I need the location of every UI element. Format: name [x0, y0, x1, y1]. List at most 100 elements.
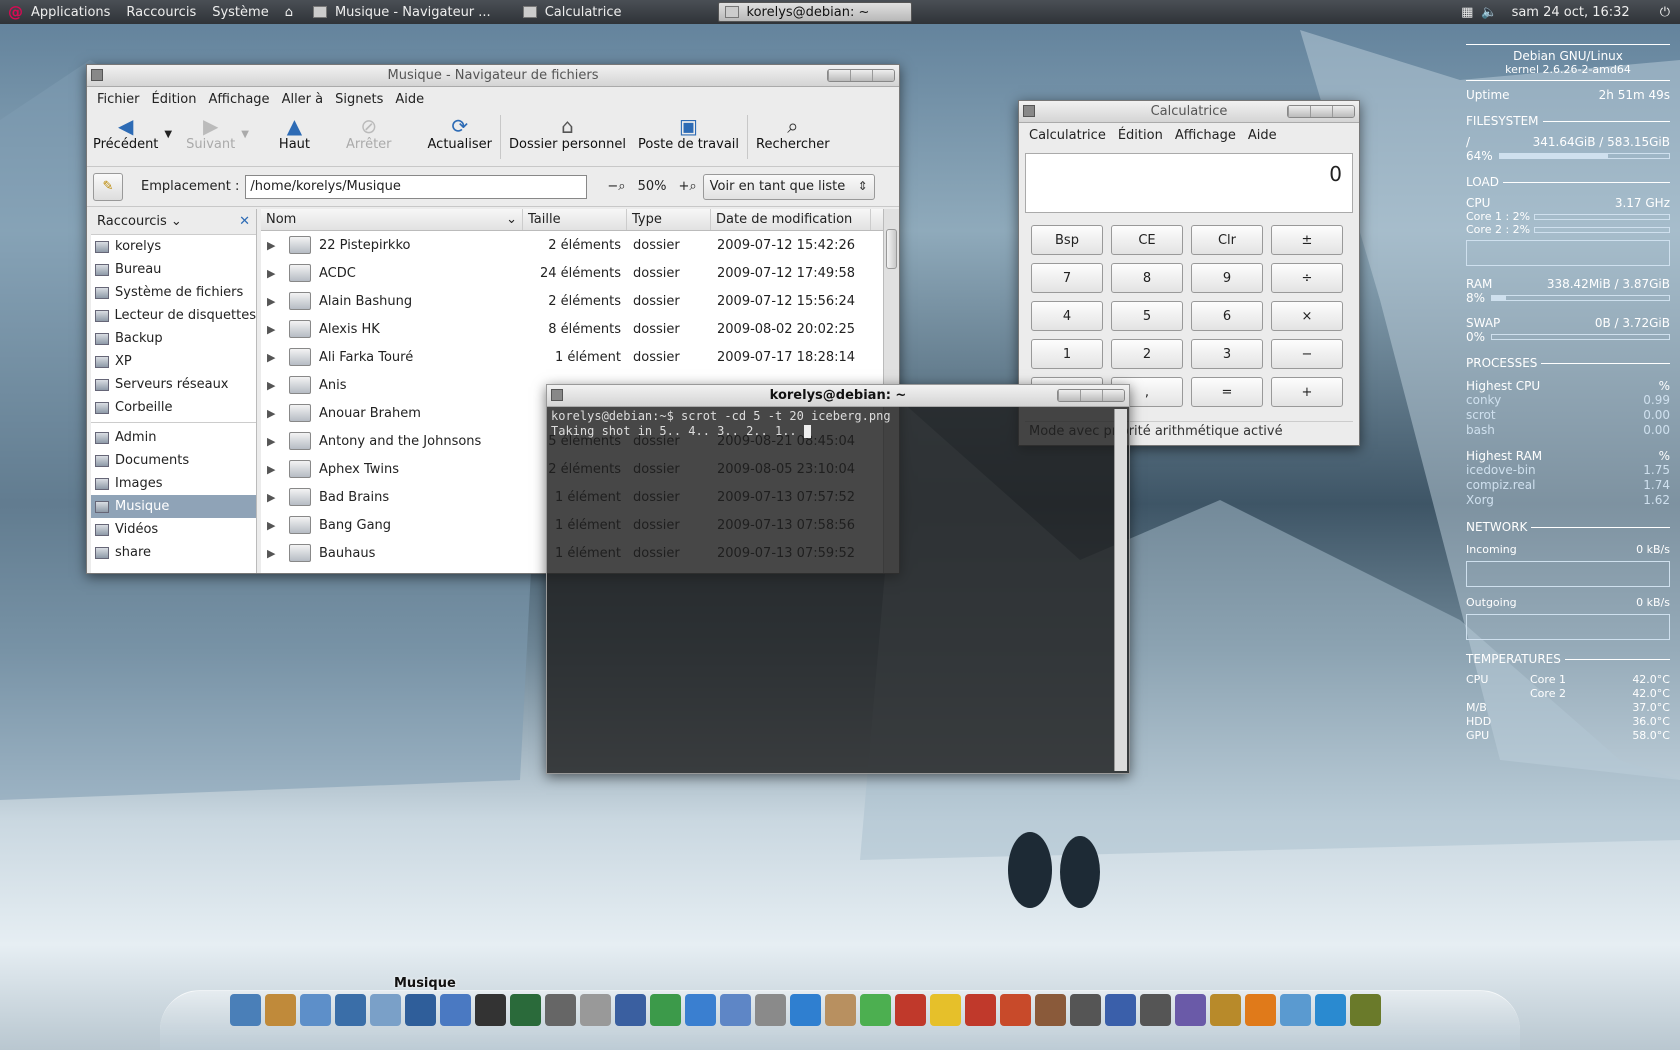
key-19[interactable]: + — [1271, 377, 1343, 407]
home-folder-button[interactable]: ⌂ Dossier personnel — [503, 114, 632, 152]
sidebar-item-musique[interactable]: Musique — [91, 495, 256, 518]
location-input[interactable]: /home/korelys/Musique — [245, 174, 588, 199]
ftp-icon[interactable] — [1035, 994, 1066, 1026]
system-monitor-icon[interactable] — [510, 994, 541, 1026]
reload-button[interactable]: ⟳ Actualiser — [422, 114, 498, 152]
window-menu-icon[interactable] — [1023, 105, 1035, 117]
menu-aide[interactable]: Aide — [389, 92, 430, 107]
menu-edition[interactable]: Édition — [146, 92, 203, 107]
column-name[interactable]: Nom ⌄ — [261, 209, 523, 230]
home-icon[interactable]: ⌂ — [277, 0, 301, 24]
sidebar-item-lecteur-de-disquettes[interactable]: Lecteur de disquettes — [91, 304, 256, 327]
pointer-icon[interactable] — [1315, 994, 1346, 1026]
firefox-icon[interactable] — [1245, 994, 1276, 1026]
window-buttons[interactable] — [1287, 105, 1355, 118]
title-bar[interactable]: korelys@debian: ~ — [547, 385, 1129, 407]
package-icon[interactable] — [1280, 994, 1311, 1026]
menu-fichier[interactable]: Fichier — [91, 92, 146, 107]
scrollbar[interactable] — [1114, 409, 1127, 771]
terminal-icon[interactable] — [475, 994, 506, 1026]
up-button[interactable]: ▲ Haut — [273, 114, 316, 152]
home-icon[interactable] — [265, 994, 296, 1026]
zoom-out-icon[interactable]: −⌕ — [607, 179, 625, 194]
paint-icon[interactable] — [1000, 994, 1031, 1026]
sidebar-item-serveurs-r-seaux[interactable]: Serveurs réseaux — [91, 373, 256, 396]
minimize-button[interactable] — [828, 70, 850, 81]
game-icon[interactable] — [1210, 994, 1241, 1026]
key-15[interactable]: − — [1271, 339, 1343, 369]
window-buttons[interactable] — [1057, 389, 1125, 402]
key-11[interactable]: × — [1271, 301, 1343, 331]
key-9[interactable]: 5 — [1111, 301, 1183, 331]
column-date[interactable]: Date de modification — [711, 209, 871, 230]
computer-icon[interactable] — [230, 994, 261, 1026]
key-3[interactable]: ± — [1271, 225, 1343, 255]
clock[interactable]: sam 24 oct, 16:32 — [1512, 5, 1630, 20]
menu-affichage[interactable]: Affichage — [1169, 128, 1242, 143]
sidebar-item-syst-me-de-fichiers[interactable]: Système de fichiers — [91, 281, 256, 304]
music-icon[interactable] — [405, 994, 436, 1026]
title-bar[interactable]: Calculatrice — [1019, 101, 1359, 123]
key-10[interactable]: 6 — [1191, 301, 1263, 331]
menu-edition[interactable]: Édition — [1112, 128, 1169, 143]
trash-icon[interactable] — [1350, 994, 1381, 1026]
key-4[interactable]: 7 — [1031, 263, 1103, 293]
film-icon[interactable] — [1070, 994, 1101, 1026]
menu-aide[interactable]: Aide — [1242, 128, 1283, 143]
key-5[interactable]: 8 — [1111, 263, 1183, 293]
key-18[interactable]: = — [1191, 377, 1263, 407]
window-buttons[interactable] — [827, 69, 895, 82]
expander-arrow-icon[interactable]: ▶ — [267, 519, 285, 532]
expander-arrow-icon[interactable]: ▶ — [267, 239, 285, 252]
key-8[interactable]: 4 — [1031, 301, 1103, 331]
expander-arrow-icon[interactable]: ▶ — [267, 351, 285, 364]
expander-arrow-icon[interactable]: ▶ — [267, 547, 285, 560]
forward-button[interactable]: ▶ Suivant — [180, 114, 241, 152]
browser-icon[interactable] — [685, 994, 716, 1026]
mail-icon[interactable] — [755, 994, 786, 1026]
key-0[interactable]: Bsp — [1031, 225, 1103, 255]
close-button[interactable] — [872, 70, 894, 81]
minimize-button[interactable] — [1058, 390, 1080, 401]
expander-arrow-icon[interactable]: ▶ — [267, 323, 285, 336]
window-menu-icon[interactable] — [551, 389, 563, 401]
expander-arrow-icon[interactable]: ▶ — [267, 491, 285, 504]
calculator-icon[interactable] — [545, 994, 576, 1026]
task-terminal[interactable]: korelys@debian: ~ — [717, 2, 912, 22]
terminal-output[interactable]: korelys@debian:~$ scrot -cd 5 -t 20 iceb… — [547, 407, 1129, 441]
key-14[interactable]: 3 — [1191, 339, 1263, 369]
rip-icon[interactable] — [1105, 994, 1136, 1026]
key-12[interactable]: 1 — [1031, 339, 1103, 369]
expander-arrow-icon[interactable]: ▶ — [267, 295, 285, 308]
sidebar-item-images[interactable]: Images — [91, 472, 256, 495]
close-button[interactable] — [1332, 106, 1354, 117]
maximize-button[interactable] — [1080, 390, 1102, 401]
sidebar-item-corbeille[interactable]: Corbeille — [91, 396, 256, 419]
expander-arrow-icon[interactable]: ▶ — [267, 407, 285, 420]
key-2[interactable]: Clr — [1191, 225, 1263, 255]
menu-aller[interactable]: Aller à — [276, 92, 330, 107]
close-button[interactable] — [1102, 390, 1124, 401]
view-mode-select[interactable]: Voir en tant que liste — [702, 173, 875, 200]
forward-history-dropdown[interactable]: ▼ — [241, 129, 249, 140]
menu-calculatrice[interactable]: Calculatrice — [1023, 128, 1112, 143]
debian-logo-icon[interactable]: @ — [8, 3, 23, 21]
checkmark-icon[interactable] — [440, 994, 471, 1026]
easytag-icon[interactable] — [930, 994, 961, 1026]
sidebar-item-documents[interactable]: Documents — [91, 449, 256, 472]
key-13[interactable]: 2 — [1111, 339, 1183, 369]
title-bar[interactable]: Musique - Navigateur de fichiers — [87, 65, 899, 87]
key-1[interactable]: CE — [1111, 225, 1183, 255]
stop-button[interactable]: ⊘ Arrêter — [340, 114, 398, 152]
expander-arrow-icon[interactable]: ▶ — [267, 379, 285, 392]
back-button[interactable]: ◀ Précédent — [87, 114, 164, 152]
scrollbar-thumb[interactable] — [886, 229, 897, 269]
sidebar-item-bureau[interactable]: Bureau — [91, 258, 256, 281]
table-row[interactable]: ▶ ACDC 24 éléments dossier 2009-07-12 17:49:… — [261, 259, 899, 287]
drawing-icon[interactable] — [720, 994, 751, 1026]
menu-signets[interactable]: Signets — [329, 92, 389, 107]
maximize-button[interactable] — [1310, 106, 1332, 117]
sidebar-mode-select[interactable]: Raccourcis ⌄ — [97, 214, 182, 229]
table-row[interactable]: ▶ 22 Pistepirkko 2 éléments dossier 2009-07-… — [261, 231, 899, 259]
menu-affichage[interactable]: Affichage — [202, 92, 275, 107]
